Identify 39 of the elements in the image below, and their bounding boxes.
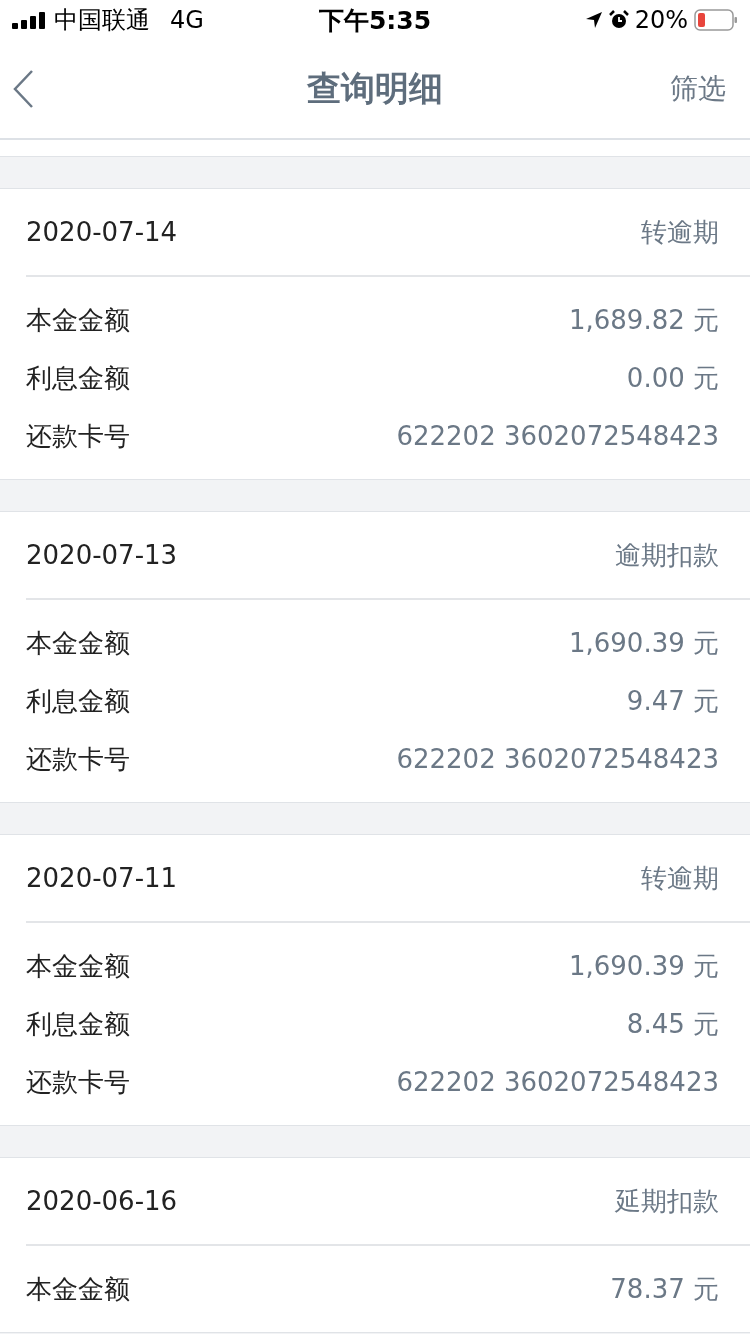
network-type: 4G bbox=[170, 6, 204, 34]
field-value: 622202 3602072548423 bbox=[396, 421, 719, 451]
field-value: 78.37 元 bbox=[610, 1272, 719, 1306]
record-status: 转逾期 bbox=[641, 215, 719, 249]
record-status: 转逾期 bbox=[641, 861, 719, 895]
field-value: 0.00 元 bbox=[626, 361, 719, 395]
filter-button[interactable]: 筛选 bbox=[670, 70, 726, 108]
field-value: 1,690.39 元 bbox=[568, 949, 719, 983]
field-label: 本金金额 bbox=[26, 303, 130, 337]
field-label: 本金金额 bbox=[26, 1272, 130, 1306]
alarm-clock-icon bbox=[608, 10, 629, 30]
field-label: 还款卡号 bbox=[26, 742, 130, 776]
location-arrow-icon bbox=[584, 11, 603, 29]
field-label: 本金金额 bbox=[26, 626, 130, 660]
field-label: 利息金额 bbox=[26, 361, 130, 395]
record-status: 逾期扣款 bbox=[615, 538, 719, 572]
field-value: 1,690.39 元 bbox=[568, 626, 719, 660]
field-value: 8.45 元 bbox=[626, 1007, 719, 1041]
field-label: 还款卡号 bbox=[26, 1065, 130, 1099]
field-label: 本金金额 bbox=[26, 949, 130, 983]
field-label: 利息金额 bbox=[26, 684, 130, 718]
record-date: 2020-07-13 bbox=[26, 540, 178, 570]
carrier-name: 中国联通 bbox=[54, 5, 150, 36]
back-button[interactable] bbox=[12, 69, 34, 109]
record-date: 2020-07-14 bbox=[26, 217, 178, 247]
field-value: 9.47 元 bbox=[626, 684, 719, 718]
battery-icon bbox=[694, 9, 738, 31]
field-value: 622202 3602072548423 bbox=[396, 744, 719, 774]
record-status: 延期扣款 bbox=[615, 1184, 719, 1218]
field-value: 1,689.82 元 bbox=[568, 303, 719, 337]
field-value: 622202 3602072548423 bbox=[396, 1067, 719, 1097]
record-date: 2020-06-16 bbox=[26, 1186, 178, 1216]
battery-percent: 20% bbox=[634, 6, 688, 34]
signal-icon bbox=[12, 11, 48, 29]
page-title: 查询明细 bbox=[307, 67, 443, 110]
clock-time: 下午5:35 bbox=[318, 4, 432, 37]
field-label: 利息金额 bbox=[26, 1007, 130, 1041]
record-date: 2020-07-11 bbox=[26, 863, 178, 893]
field-label: 还款卡号 bbox=[26, 419, 130, 453]
